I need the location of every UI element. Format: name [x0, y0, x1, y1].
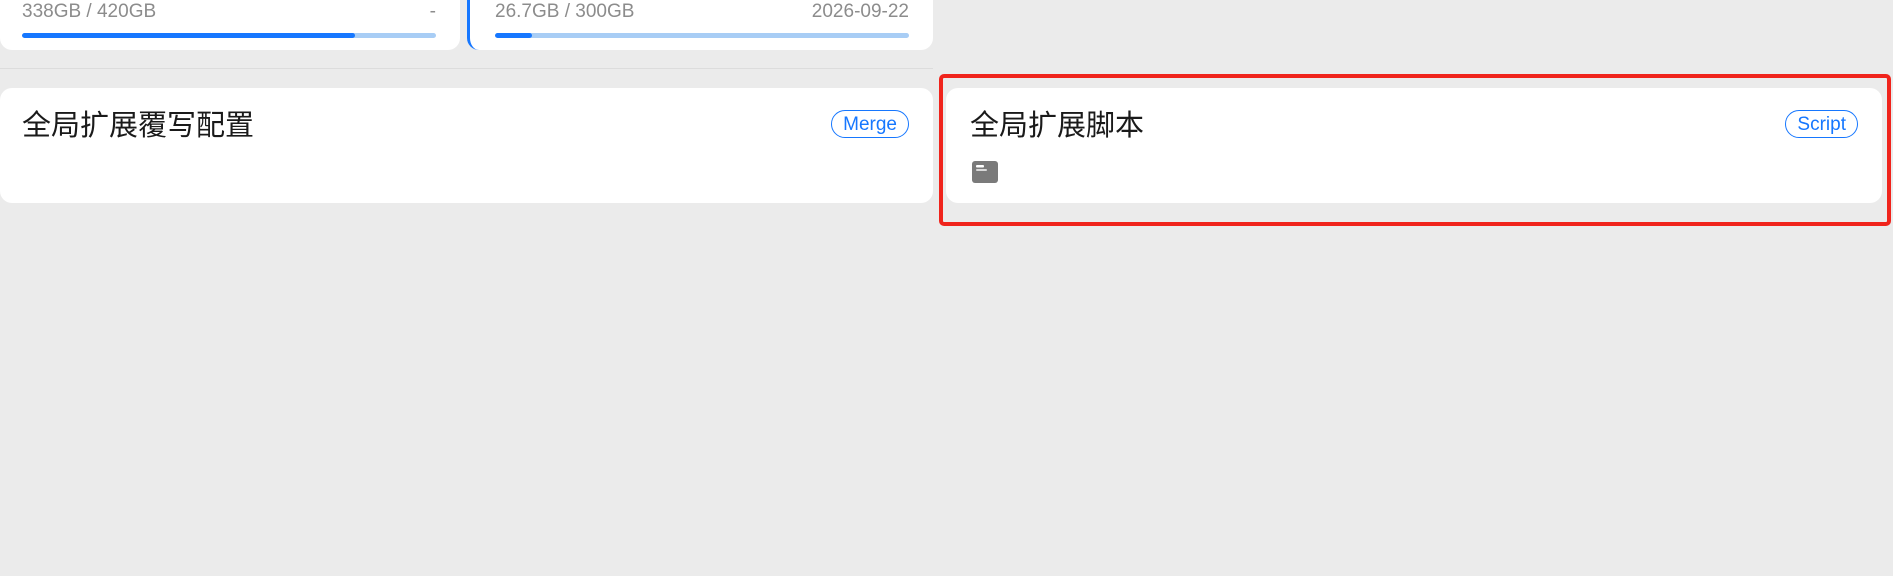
traffic-progress-fill [495, 33, 532, 38]
traffic-usage: 26.7GB / 300GB [495, 1, 635, 22]
profiles-page: 338GB / 420GB - 26.7GB / 300GB 2026-09-2… [0, 0, 1893, 576]
global-merge-title: 全局扩展覆写配置 [22, 108, 255, 142]
traffic-progress-fill [22, 33, 356, 38]
script-badge: Script [1785, 110, 1858, 138]
expiry-date: 2026-09-22 [811, 1, 909, 22]
traffic-usage: 338GB / 420GB [22, 1, 157, 22]
profile-card-selected[interactable]: 26.7GB / 300GB 2026-09-22 [467, 0, 933, 50]
profile-card[interactable]: 338GB / 420GB - [0, 0, 460, 50]
global-script-card[interactable]: 全局扩展脚本 Script [946, 88, 1882, 203]
traffic-progress-bar [495, 33, 909, 38]
expiry-date: - [429, 1, 436, 22]
merge-badge: Merge [831, 110, 909, 138]
global-script-title: 全局扩展脚本 [970, 108, 1145, 142]
global-merge-card[interactable]: 全局扩展覆写配置 Merge [0, 88, 933, 203]
traffic-progress-bar [22, 33, 436, 38]
script-file-icon[interactable] [972, 161, 998, 183]
section-divider [0, 68, 933, 69]
